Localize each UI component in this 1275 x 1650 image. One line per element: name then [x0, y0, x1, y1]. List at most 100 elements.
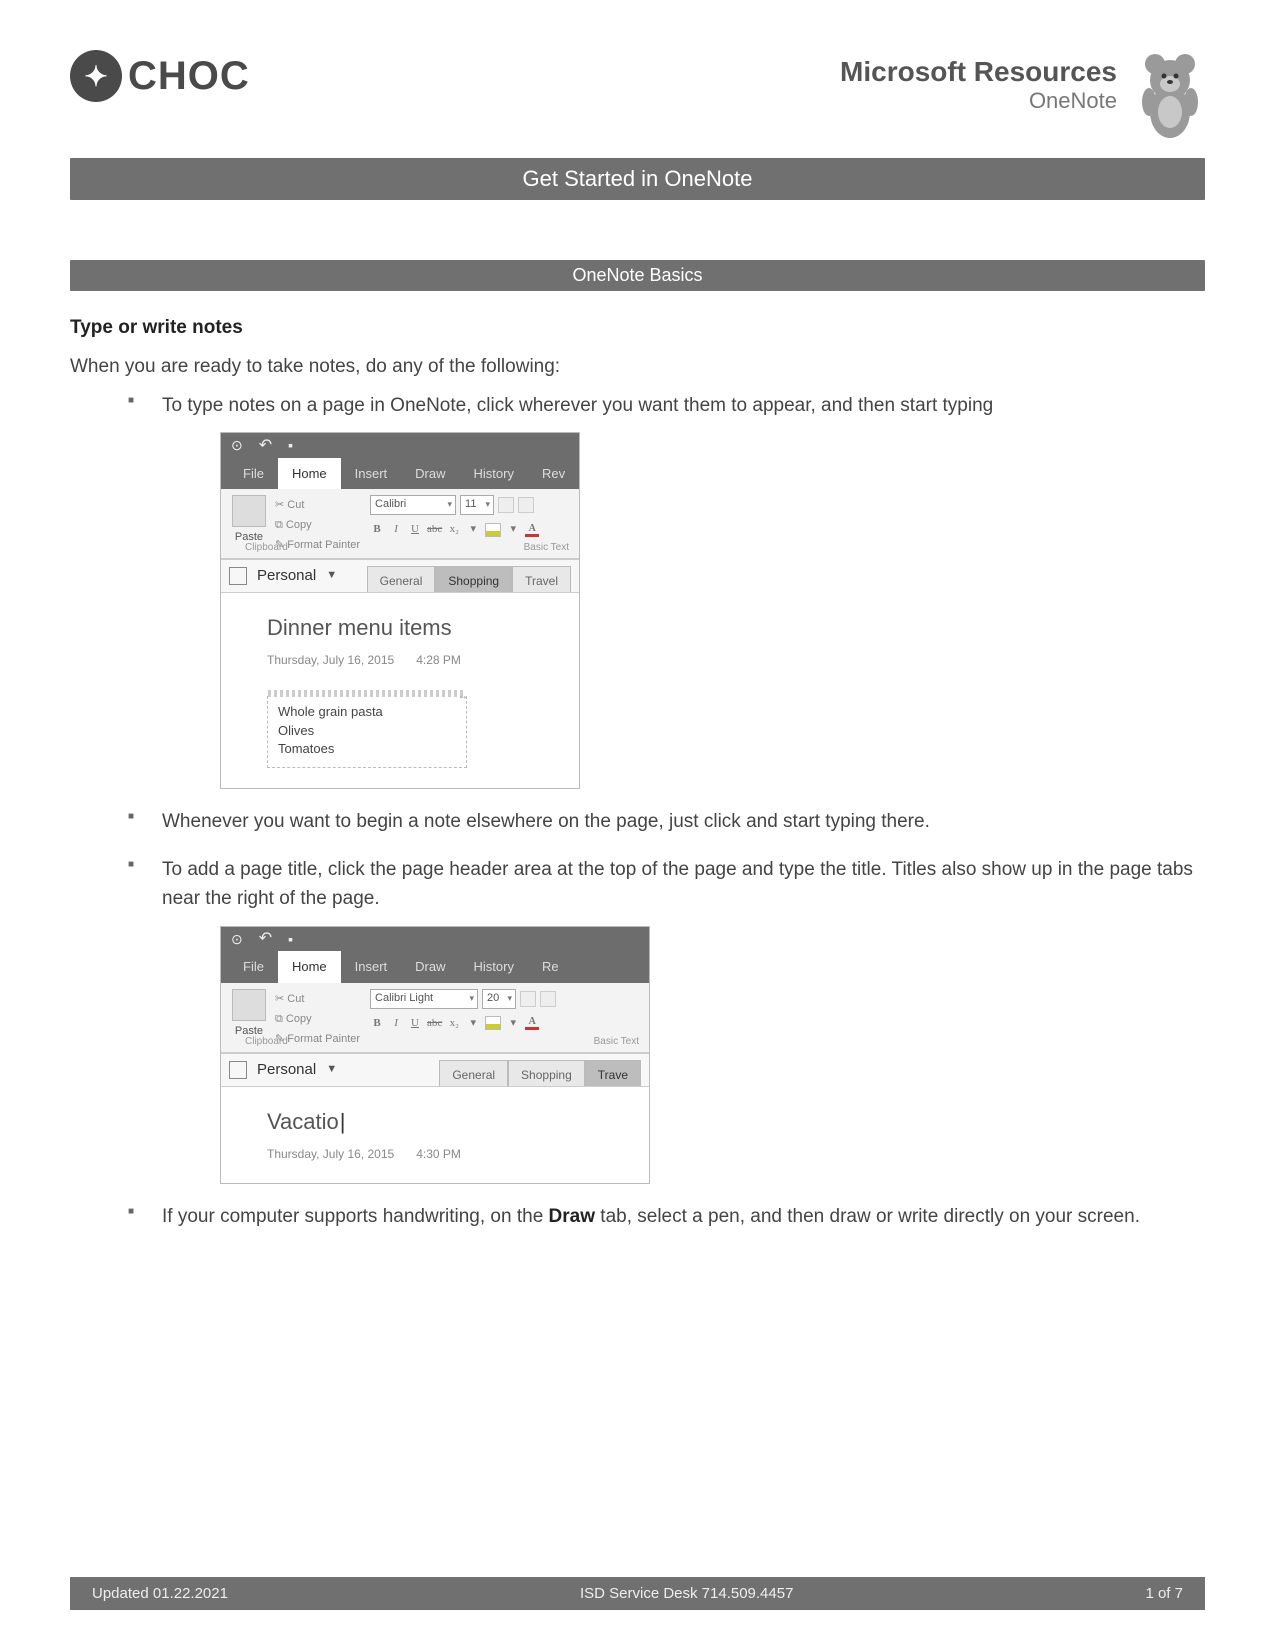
- tab-insert[interactable]: Insert: [341, 951, 402, 982]
- bullet-3: To add a page title, click the page head…: [128, 855, 1205, 1185]
- more-font-icon[interactable]: ▾: [466, 1015, 480, 1032]
- hl-dd-icon[interactable]: ▾: [506, 1015, 520, 1032]
- paste-icon: [232, 495, 266, 527]
- basic-text-group-label: Basic Text: [524, 540, 569, 556]
- highlight-button[interactable]: [485, 523, 501, 537]
- section-bar: OneNote Basics: [70, 260, 1205, 291]
- bullet-4-bold: Draw: [549, 1206, 595, 1227]
- intro-text: When you are ready to take notes, do any…: [70, 353, 1205, 381]
- section-tab-travel[interactable]: Travel: [512, 566, 571, 592]
- section-tab-general[interactable]: General: [439, 1060, 508, 1086]
- notebook-dd-icon[interactable]: ▼: [326, 567, 337, 584]
- notebook-icon[interactable]: [229, 567, 247, 585]
- undo-icon[interactable]: ↶: [259, 927, 272, 952]
- highlight-button[interactable]: [485, 1016, 501, 1030]
- strike-button[interactable]: abc: [427, 1015, 442, 1032]
- numbering-icon[interactable]: [540, 991, 556, 1007]
- notebook-name[interactable]: Personal: [257, 1058, 316, 1081]
- cut-button[interactable]: ✂ Cut: [275, 991, 360, 1008]
- header-title: Microsoft Resources: [840, 56, 1117, 88]
- section-tab-shopping[interactable]: Shopping: [508, 1060, 585, 1086]
- bear-icon: [1135, 50, 1205, 140]
- numbering-icon[interactable]: [518, 497, 534, 513]
- clipboard-group-label: Clipboard: [245, 540, 288, 556]
- w2-page-time: 4:30 PM: [416, 1145, 461, 1164]
- bullet-4: If your computer supports handwriting, o…: [128, 1202, 1205, 1231]
- bullet-1-text: To type notes on a page in OneNote, clic…: [162, 395, 993, 416]
- w1-ribbon-tabs: File Home Insert Draw History Rev: [221, 459, 579, 489]
- tab-history[interactable]: History: [460, 458, 528, 489]
- bullet-1: To type notes on a page in OneNote, clic…: [128, 391, 1205, 790]
- onenote-window-2: ⊙ ↶ ▪ File Home Insert Draw History Re: [220, 926, 650, 1185]
- copy-button[interactable]: ⧉ Copy: [275, 517, 360, 534]
- footer-page-number: 1 of 7: [1145, 1585, 1183, 1602]
- note-container[interactable]: ↔ Whole grain pasta Olives Tomatoes: [267, 696, 467, 769]
- hl-dd-icon[interactable]: ▾: [506, 521, 520, 538]
- note-handle[interactable]: [268, 690, 466, 697]
- tab-insert[interactable]: Insert: [341, 458, 402, 489]
- footer-service-desk: ISD Service Desk 714.509.4457: [580, 1585, 793, 1602]
- more-font-icon[interactable]: ▾: [466, 521, 480, 538]
- notebook-icon[interactable]: [229, 1061, 247, 1079]
- notebook-dd-icon[interactable]: ▼: [326, 1061, 337, 1078]
- cut-button[interactable]: ✂ Cut: [275, 497, 360, 514]
- bullet-4-b: tab, select a pen, and then draw or writ…: [595, 1206, 1140, 1227]
- w1-page-title[interactable]: Dinner menu items: [267, 611, 551, 645]
- w2-page-title[interactable]: Vacatio: [267, 1105, 621, 1139]
- header-subtitle: OneNote: [840, 88, 1117, 114]
- bullets-icon[interactable]: [498, 497, 514, 513]
- w2-page-area[interactable]: Vacatio Thursday, July 16, 2015 4:30 PM: [221, 1087, 649, 1184]
- tab-history[interactable]: History: [460, 951, 528, 982]
- notebook-name[interactable]: Personal: [257, 564, 316, 587]
- italic-button[interactable]: I: [389, 521, 403, 538]
- strike-button[interactable]: abc: [427, 521, 442, 538]
- qat-more-icon[interactable]: ▪: [288, 435, 293, 457]
- back-icon[interactable]: ⊙: [231, 929, 243, 951]
- underline-button[interactable]: U: [408, 521, 422, 538]
- tab-file[interactable]: File: [229, 951, 278, 982]
- font-color-button[interactable]: A: [525, 523, 539, 537]
- bullet-4-a: If your computer supports handwriting, o…: [162, 1206, 549, 1227]
- font-name-combo[interactable]: Calibri Light: [370, 989, 478, 1009]
- footer-updated: Updated 01.22.2021: [92, 1585, 228, 1602]
- w2-page-date: Thursday, July 16, 2015: [267, 1145, 394, 1164]
- heading: Type or write notes: [70, 317, 1205, 339]
- undo-icon[interactable]: ↶: [259, 434, 272, 459]
- bullet-3-text: To add a page title, click the page head…: [162, 859, 1193, 909]
- tab-draw[interactable]: Draw: [401, 458, 459, 489]
- underline-button[interactable]: U: [408, 1015, 422, 1032]
- bold-button[interactable]: B: [370, 521, 384, 538]
- tab-draw[interactable]: Draw: [401, 951, 459, 982]
- tab-home[interactable]: Home: [278, 951, 341, 982]
- italic-button[interactable]: I: [389, 1015, 403, 1032]
- logo-text: CHOC: [128, 54, 250, 99]
- back-icon[interactable]: ⊙: [231, 435, 243, 457]
- header: ✦ CHOC Microsoft Resources OneNote: [70, 40, 1205, 140]
- bold-button[interactable]: B: [370, 1015, 384, 1032]
- tab-home[interactable]: Home: [278, 458, 341, 489]
- w1-page-time: 4:28 PM: [416, 651, 461, 670]
- font-color-button[interactable]: A: [525, 1016, 539, 1030]
- logo-mark-icon: ✦: [70, 50, 122, 102]
- paste-button[interactable]: Paste: [229, 495, 269, 546]
- title-bar: Get Started in OneNote: [70, 158, 1205, 200]
- section-tab-general[interactable]: General: [367, 566, 436, 592]
- tab-file[interactable]: File: [229, 458, 278, 489]
- note-grip-icon[interactable]: ↔: [458, 690, 468, 705]
- section-tab-shopping[interactable]: Shopping: [435, 566, 512, 592]
- w2-ribbon-tabs: File Home Insert Draw History Re: [221, 953, 649, 983]
- bullets-icon[interactable]: [520, 991, 536, 1007]
- font-name-combo[interactable]: Calibri: [370, 495, 456, 515]
- w1-page-area[interactable]: Dinner menu items Thursday, July 16, 201…: [221, 593, 579, 788]
- paste-button[interactable]: Paste: [229, 989, 269, 1040]
- tab-review[interactable]: Re: [528, 951, 573, 982]
- font-size-combo[interactable]: 11: [460, 495, 494, 515]
- qat-more-icon[interactable]: ▪: [288, 929, 293, 951]
- section-tab-travel[interactable]: Trave: [585, 1060, 641, 1086]
- font-size-combo[interactable]: 20: [482, 989, 516, 1009]
- note-line-3: Tomatoes: [278, 740, 456, 759]
- subscript-button[interactable]: x₂: [447, 1015, 461, 1032]
- copy-button[interactable]: ⧉ Copy: [275, 1011, 360, 1028]
- tab-review[interactable]: Rev: [528, 458, 579, 489]
- subscript-button[interactable]: x₂: [447, 521, 461, 538]
